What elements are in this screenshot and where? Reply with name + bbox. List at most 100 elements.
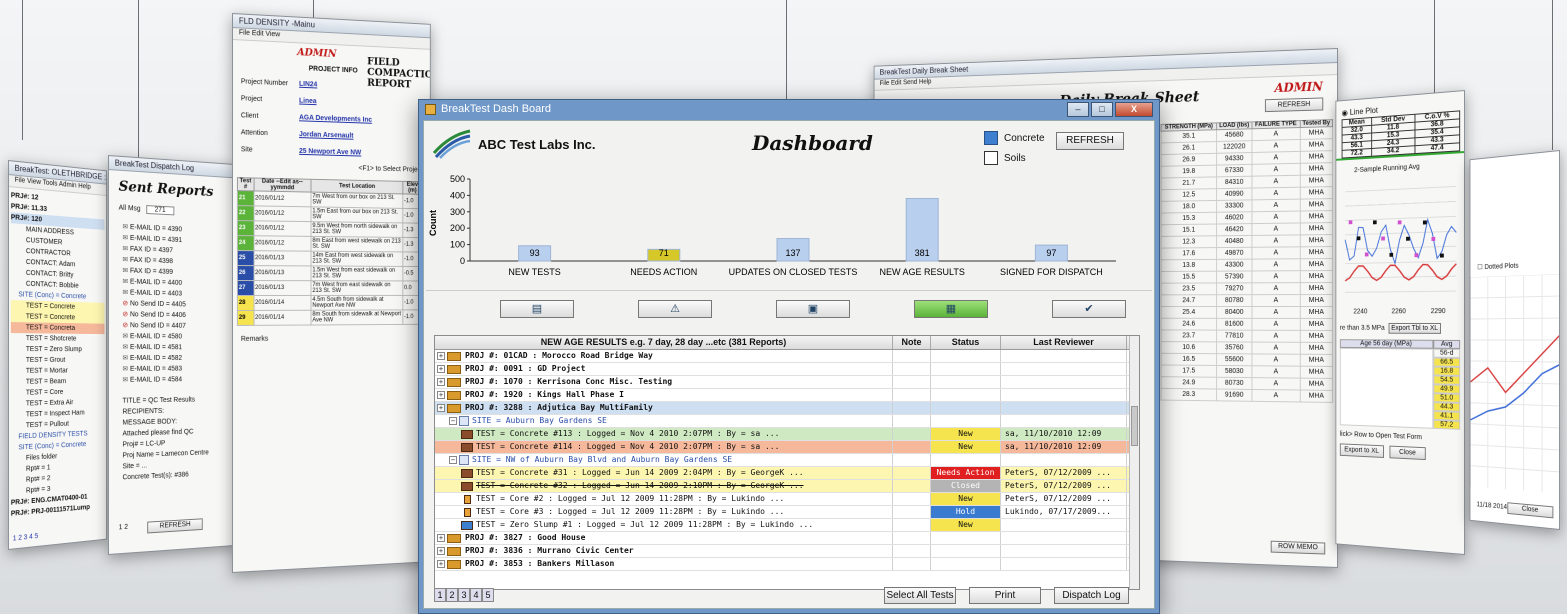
dispatch-list[interactable]: ✉ E-MAIL ID = 4390 ✉ E-MAIL ID = 4391 ✉ FA… [109, 217, 237, 390]
table-row[interactable]: + PROJ #: 1070 : Kerrisona Conc Misc. Tes… [435, 376, 1139, 389]
expand-icon[interactable]: + [437, 352, 445, 360]
table-row[interactable]: + PROJ #: 0091 : GD Project [435, 363, 1139, 376]
dispatch-item[interactable]: ✉ E-MAIL ID = 4580 [122, 331, 224, 342]
close-button[interactable]: Close [1507, 502, 1554, 519]
tree-item[interactable]: TEST = Grout [11, 355, 105, 366]
table-row[interactable]: 26 2016/01/13 1.5m West from east sidewalk… [237, 265, 423, 281]
expand-icon[interactable]: + [437, 534, 445, 542]
concrete-checkbox[interactable] [984, 131, 998, 145]
select-all-tests-button[interactable]: Select All Tests [884, 587, 956, 604]
note-cell[interactable] [893, 545, 931, 557]
soils-checkbox[interactable] [984, 151, 998, 165]
minimize-button[interactable]: – [1067, 102, 1089, 117]
table-row[interactable]: 25.4 80400 A MHA [1161, 306, 1333, 319]
table-row[interactable]: + PROJ #: 1920 : Kings Hall Phase I [435, 389, 1139, 402]
table-row[interactable]: 25 2016/01/13 14m East from west sidewalk … [237, 250, 423, 267]
note-cell[interactable] [893, 402, 931, 414]
note-cell[interactable] [893, 350, 931, 362]
table-row[interactable]: − SITE = Auburn Bay Gardens SE [435, 415, 1139, 428]
dispatch-item[interactable]: ✉ E-MAIL ID = 4582 [122, 353, 224, 364]
soils-filter[interactable]: Soils [984, 151, 1026, 165]
page-number[interactable]: 3 [458, 588, 470, 602]
note-cell[interactable] [893, 506, 931, 518]
page-selector[interactable]: 12345 [434, 588, 494, 602]
col-header-status[interactable]: Status [931, 336, 1001, 349]
table-row[interactable]: TEST = Core #2 : Logged = Jul 12 2009 11… [435, 493, 1139, 506]
compaction-table[interactable]: Test # Date --Edit as-- yymmdd Test Locati… [237, 177, 423, 326]
action-button-5[interactable]: ✔ [1052, 300, 1126, 318]
row-memo-button[interactable]: ROW MEMO [1270, 540, 1326, 555]
note-cell[interactable] [893, 558, 931, 570]
col-header-results[interactable]: NEW AGE RESULTS e.g. 7 day, 28 day ...et… [435, 336, 893, 349]
note-cell[interactable] [893, 363, 931, 375]
tree-item[interactable]: TEST = Zero Slump [11, 344, 105, 355]
table-row[interactable]: + PROJ #: 3836 : Murrano Civic Center [435, 545, 1139, 558]
expand-icon[interactable]: + [437, 378, 445, 386]
table-row[interactable]: 15.5 57390 A MHA [1161, 270, 1333, 284]
dispatch-log-button[interactable]: Dispatch Log [1054, 587, 1129, 604]
export-xl-button[interactable]: Export to XL [1339, 443, 1384, 458]
dispatch-item[interactable]: ⊘ No Send ID = 4407 [122, 320, 224, 332]
note-cell[interactable] [893, 428, 931, 440]
note-cell[interactable] [893, 415, 931, 427]
scroll-thumb[interactable] [1131, 406, 1138, 446]
note-cell[interactable] [893, 389, 931, 401]
table-row[interactable]: 23.7 77810 A MHA [1161, 329, 1333, 343]
print-button[interactable]: Print [969, 587, 1041, 604]
field-value[interactable]: AGA Developments Inc [299, 112, 372, 125]
tree-item[interactable]: TEST = Shotcrete [11, 333, 105, 345]
note-cell[interactable] [893, 376, 931, 388]
note-cell[interactable] [893, 532, 931, 544]
page-number[interactable]: 1 [434, 588, 446, 602]
table-row[interactable]: + PROJ #: 3288 : Adjutica Bay MultiFamily [435, 402, 1139, 415]
field-value[interactable]: 25 Newport Ave NW [299, 146, 361, 159]
all-msg-field[interactable]: 271 [146, 205, 174, 216]
expand-icon[interactable]: + [437, 365, 445, 373]
export-tbl-button[interactable]: Export Tbl to XL [1388, 322, 1441, 334]
action-button-1[interactable]: ▤ [500, 300, 574, 318]
note-cell[interactable] [893, 441, 931, 453]
refresh-button[interactable]: REFRESH [1264, 97, 1324, 113]
col-header-note[interactable]: Note [893, 336, 931, 349]
table-row[interactable]: TEST = Concrete #31 : Logged = Jun 14 20… [435, 467, 1139, 480]
page-number[interactable]: 5 [482, 588, 494, 602]
maximize-button[interactable]: □ [1091, 102, 1113, 117]
refresh-button[interactable]: REFRESH [147, 518, 203, 534]
project-tree[interactable]: PRJ#: 12 PRJ#: 11.33 PRJ#: 120 MAIN ADDRESS… [9, 187, 106, 523]
table-row[interactable]: 23.5 79270 A MHA [1161, 282, 1333, 295]
expand-icon[interactable]: + [437, 391, 445, 399]
page-number[interactable]: 4 [470, 588, 482, 602]
note-cell[interactable] [893, 493, 931, 505]
table-row[interactable]: TEST = Zero Slump #1 : Logged = Jul 12 2… [435, 519, 1139, 532]
note-cell[interactable] [893, 454, 931, 466]
table-row[interactable]: + PROJ #: 3827 : Good House [435, 532, 1139, 545]
note-cell[interactable] [893, 467, 931, 479]
field-value[interactable]: Jordan Arsenault [299, 129, 353, 142]
collapse-icon[interactable]: − [449, 417, 457, 425]
table-row[interactable]: 24 2016/01/12 8m East from west sidewalk o… [237, 235, 423, 253]
table-row[interactable]: 28 2016/01/14 4.5m South from sidewalk at … [237, 295, 423, 311]
table-row[interactable]: 28.3 91690 A MHA [1161, 388, 1333, 403]
dispatch-item[interactable]: ✉ E-MAIL ID = 4583 [122, 364, 224, 375]
table-row[interactable]: + PROJ #: 01CAD : Morocco Road Bridge Way [435, 350, 1139, 363]
field-value[interactable]: Linea [299, 96, 316, 108]
table-row[interactable]: 13.8 43300 A MHA [1161, 258, 1333, 272]
table-row[interactable]: TEST = Concrete #32 : Logged = Jun 14 20… [435, 480, 1139, 493]
results-grid[interactable]: NEW AGE RESULTS e.g. 7 day, 28 day ...et… [434, 335, 1140, 590]
refresh-button[interactable]: REFRESH [1056, 132, 1124, 150]
dotted-plots-toggle[interactable]: ☐ Dotted Plots [1470, 151, 1559, 277]
action-button-4[interactable]: ▦ [914, 300, 988, 318]
table-row[interactable]: TEST = Core #3 : Logged = Jul 12 2009 11… [435, 506, 1139, 519]
table-row[interactable]: 24.6 81600 A MHA [1161, 318, 1333, 331]
close-button[interactable]: Close [1389, 445, 1427, 461]
concrete-filter[interactable]: Concrete [984, 131, 1045, 145]
dispatch-item[interactable]: ✉ E-MAIL ID = 4584 [122, 374, 224, 386]
note-cell[interactable] [893, 480, 931, 492]
grid-scrollbar[interactable] [1129, 336, 1139, 589]
page-number[interactable]: 2 [446, 588, 458, 602]
table-row[interactable]: 29 2016/01/14 8m South from sidewalk at Ne… [237, 309, 423, 326]
pager[interactable]: 1 2 3 4 5 [13, 531, 38, 544]
expand-icon[interactable]: + [437, 560, 445, 568]
action-button-2[interactable]: ⚠ [638, 300, 712, 318]
col-header-reviewer[interactable]: Last Reviewer [1001, 336, 1127, 349]
